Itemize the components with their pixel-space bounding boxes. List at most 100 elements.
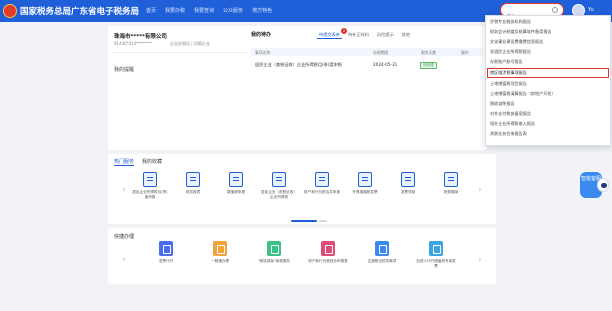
nav-item-home[interactable]: 首页: [146, 7, 156, 14]
service-item[interactable]: 税费缴纳: [433, 172, 469, 208]
search-suggestions-dropdown: 涉税专业服务机构报告 财务会计制度及核算软件备案报告 文化事业建设费缴费信息报告…: [485, 15, 611, 146]
suggestion-item[interactable]: 税收减免报告: [488, 100, 608, 108]
report-icon: [186, 172, 200, 187]
document-icon: [143, 172, 157, 187]
service-label: 税费缴纳: [443, 190, 459, 194]
invoice-icon: [358, 172, 372, 187]
main-nav: 首页 我要办税 我要查询 公众服务 地方特色: [146, 7, 272, 14]
company-name: 珠海市*****有限公司: [114, 34, 167, 40]
building-icon: [375, 241, 389, 256]
online-assistant-button[interactable]: 智能客服: [580, 168, 610, 204]
tax-bureau-emblem-icon: [3, 4, 17, 18]
tab-label: 待提交表单: [319, 32, 340, 37]
search-icon[interactable]: [552, 7, 558, 13]
suggestion-item[interactable]: 土地增值税项目报告: [488, 80, 608, 88]
table-row[interactable]: 居民企业（查账征收）企业所得税月(季)度申报 2024-05-31 待处理: [251, 61, 483, 70]
quick-item[interactable]: 注销登记税务事项: [362, 241, 402, 281]
site-title: 国家税务总局广东省电子税务局: [20, 7, 140, 17]
column-header: 事项名称: [255, 50, 271, 55]
license-icon: [213, 241, 227, 256]
quick-item[interactable]: 发票代开: [146, 241, 186, 281]
tab-risk-warning[interactable]: 风险提示: [375, 32, 396, 39]
property-tax-icon: [315, 172, 329, 187]
suggestion-item[interactable]: 境外企业所得税收入报告: [488, 120, 608, 128]
service-item[interactable]: 增值税申报: [218, 172, 254, 208]
quick-processing-panel: 快捷办理 ‹ › 发票代开 一照通办理 "税收减免"纳税服务 财产和行为税综合申…: [108, 228, 496, 284]
suggestion-item[interactable]: 土地增值税清算报告（房地产开发）: [488, 90, 608, 98]
service-label: 居民企业（查账征收）企业所得税: [261, 190, 297, 199]
column-header: 办理期限: [373, 50, 389, 55]
carousel-indicator[interactable]: [319, 220, 327, 222]
tab-pending-forms[interactable]: 待提交表单 2: [317, 28, 347, 39]
user-menu[interactable]: Yu: [588, 7, 594, 13]
enterprise-tax-icon: [272, 172, 286, 187]
tab-other[interactable]: 其他: [400, 32, 412, 39]
divider: [114, 52, 264, 53]
tax-form-icon: [229, 172, 243, 187]
suggestion-item-highlighted[interactable]: 跨区域涉税事项报告: [487, 68, 609, 78]
service-item[interactable]: 发票领用: [390, 172, 426, 208]
todo-deadline: 2024-05-31: [373, 62, 398, 67]
suggestion-item[interactable]: 关联业务往来报告表: [488, 130, 608, 138]
tab-my-favorites[interactable]: 我的收藏: [142, 158, 162, 166]
switch-identity-link[interactable]: 企业办税员 | 切换企业: [170, 41, 210, 47]
quick-item-label: 财产和行为税综合申报表: [308, 259, 348, 263]
service-item[interactable]: 财务报表: [175, 172, 211, 208]
suggestion-item[interactable]: 对外支付税务备案报告: [488, 110, 608, 118]
carousel-indicator-active[interactable]: [291, 220, 317, 222]
company-info-card: 珠海市*****有限公司 91440*010******** 企业办税员 | 切…: [108, 26, 270, 150]
quick-item-label: 自然人代开增值税专用发票: [416, 259, 456, 268]
nav-item-handle-tax[interactable]: 我要办税: [165, 7, 185, 14]
quick-item[interactable]: 自然人代开增值税专用发票: [416, 241, 456, 281]
payment-icon: [444, 172, 458, 187]
suggestion-item[interactable]: 非居民企业所得税报告: [488, 48, 608, 56]
tab-pending-materials[interactable]: 待补正材料: [346, 32, 371, 39]
robot-icon: [597, 178, 609, 192]
nav-item-local-feature[interactable]: 地方特色: [252, 7, 272, 14]
suggestion-item[interactable]: 存款账户账号报告: [488, 58, 608, 66]
service-label: 财务报表: [185, 190, 201, 194]
todo-title: 我的待办: [251, 32, 272, 38]
table-header: 事项名称 办理期限 剩余天数 操作: [251, 48, 483, 56]
invoice-issue-icon: [159, 241, 173, 256]
quick-item-label: "税收减免"纳税服务: [257, 259, 291, 263]
chevron-right-icon[interactable]: ›: [478, 186, 482, 195]
invoice-receive-icon: [401, 172, 415, 187]
special-invoice-icon: [429, 241, 443, 256]
quick-item[interactable]: "税收减免"纳税服务: [254, 241, 294, 281]
tab-hot-services[interactable]: 热门服务: [114, 158, 135, 166]
service-item[interactable]: 居民企业（查账征收）企业所得税: [261, 172, 297, 208]
todo-item-name[interactable]: 居民企业（查账征收）企业所得税月(季)度申报: [255, 62, 342, 68]
chevron-left-icon[interactable]: ‹: [122, 186, 126, 195]
chevron-left-icon[interactable]: ‹: [122, 256, 126, 265]
suggestion-item[interactable]: 涉税专业服务机构报告: [488, 18, 608, 26]
nav-item-public-service[interactable]: 公众服务: [223, 7, 243, 14]
suggestion-item[interactable]: 财务会计制度及核算软件备案报告: [488, 28, 608, 36]
nav-item-query[interactable]: 我要查询: [194, 7, 214, 14]
column-header: 操作: [461, 50, 469, 55]
service-tabs: 热门服务 我的收藏: [114, 158, 162, 166]
quick-item-label: 注销登记税务事项: [367, 259, 397, 263]
column-header: 剩余天数: [421, 50, 437, 55]
service-item[interactable]: 开具增值税发票: [347, 172, 383, 208]
chevron-right-icon[interactable]: ›: [478, 256, 482, 265]
tax-id: 91440*010********: [114, 41, 153, 46]
service-label: 开具增值税发票: [352, 190, 378, 194]
quick-item-label: 发票代开: [158, 259, 174, 263]
property-declaration-icon: [321, 241, 335, 256]
todo-tabs: 待提交表单 2 待补正材料 风险提示 其他: [317, 28, 412, 39]
service-item[interactable]: 居民企业所得税月(季)度申报: [132, 172, 168, 208]
service-label: 居民企业所得税月(季)度申报: [132, 190, 168, 199]
service-label: 财产和行为税合并申报: [304, 190, 340, 194]
quick-item[interactable]: 一照通办理: [200, 241, 240, 281]
quick-item[interactable]: 财产和行为税综合申报表: [308, 241, 348, 281]
quick-item-label: 一照通办理: [211, 259, 229, 263]
hot-services-panel: 热门服务 我的收藏 ‹ › 居民企业所得税月(季)度申报 财务报表 增值税申报 …: [108, 154, 496, 224]
section-title: 快捷办理: [114, 234, 135, 240]
my-reminder-link[interactable]: 我的提醒: [114, 66, 134, 73]
suggestion-item[interactable]: 文化事业建设费缴费信息报告: [488, 38, 608, 46]
service-item[interactable]: 财产和行为税合并申报: [304, 172, 340, 208]
service-label: 发票领用: [400, 190, 416, 194]
status-badge: 待处理: [420, 62, 437, 69]
todo-card: 我的待办 待提交表单 2 待补正材料 风险提示 其他 事项名称 办理期限 剩余天数…: [247, 26, 487, 150]
